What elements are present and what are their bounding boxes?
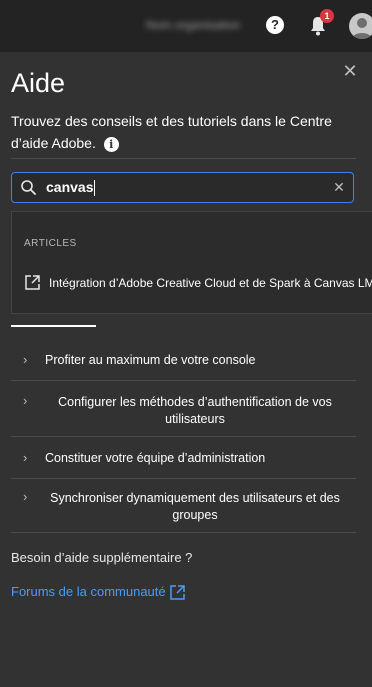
- topic-label[interactable]: Profiter au maximum de votre console: [45, 352, 256, 369]
- topic-item[interactable]: › Synchroniser dynamiquement des utilisa…: [11, 490, 356, 530]
- search-value[interactable]: canvas: [46, 179, 96, 197]
- help-icon[interactable]: ?: [266, 16, 284, 34]
- topic-label[interactable]: Synchroniser dynamiquement des utilisate…: [45, 490, 345, 524]
- result-label[interactable]: Intégration d’Adobe Creative Cloud et de…: [49, 276, 372, 290]
- external-link-icon[interactable]: [169, 584, 186, 601]
- search-results: ARTICLES Intégration d’Adobe Creative Cl…: [11, 211, 372, 314]
- chevron-right-icon: ›: [23, 393, 28, 408]
- panel-intro: Trouvez des conseils et des tutoriels da…: [11, 110, 351, 154]
- panel-title: Aide: [11, 68, 66, 98]
- divider: [11, 532, 356, 533]
- chevron-right-icon: ›: [23, 450, 28, 465]
- avatar[interactable]: [349, 13, 372, 39]
- chevron-right-icon: ›: [23, 489, 28, 504]
- divider: [11, 478, 356, 479]
- intro-text: Trouvez des conseils et des tutoriels da…: [11, 113, 332, 151]
- results-heading: ARTICLES: [24, 238, 77, 249]
- divider: [11, 158, 356, 159]
- topic-item[interactable]: › Profiter au maximum de votre console: [11, 352, 356, 380]
- more-help-text: Besoin d’aide supplémentaire ?: [11, 550, 193, 565]
- section-underline: [11, 325, 96, 327]
- search-icon: [21, 180, 36, 195]
- top-bar: Nom organisation ? 1: [0, 0, 372, 52]
- divider: [11, 436, 356, 437]
- notification-badge: 1: [320, 9, 334, 23]
- topic-item[interactable]: › Configurer les méthodes d’authentifica…: [11, 394, 356, 434]
- topic-label[interactable]: Constituer votre équipe d’administration: [45, 450, 265, 467]
- external-link-icon: [25, 275, 40, 290]
- chevron-right-icon: ›: [23, 352, 28, 367]
- topic-item[interactable]: › Constituer votre équipe d’administrati…: [11, 450, 356, 478]
- community-forum-link[interactable]: Forums de la communauté: [11, 584, 166, 599]
- close-icon[interactable]: ✕: [342, 62, 358, 80]
- divider: [11, 380, 356, 381]
- info-icon[interactable]: i: [103, 136, 119, 152]
- result-item[interactable]: Intégration d’Adobe Creative Cloud et de…: [24, 274, 372, 296]
- help-panel: ✕ Aide Trouvez des conseils et des tutor…: [0, 52, 372, 687]
- clear-icon[interactable]: ✕: [332, 179, 346, 195]
- topic-label[interactable]: Configurer les méthodes d’authentificati…: [45, 394, 345, 428]
- search-input[interactable]: canvas ✕: [11, 172, 354, 203]
- avatar-icon: [352, 18, 372, 39]
- org-switcher[interactable]: Nom organisation: [146, 16, 256, 34]
